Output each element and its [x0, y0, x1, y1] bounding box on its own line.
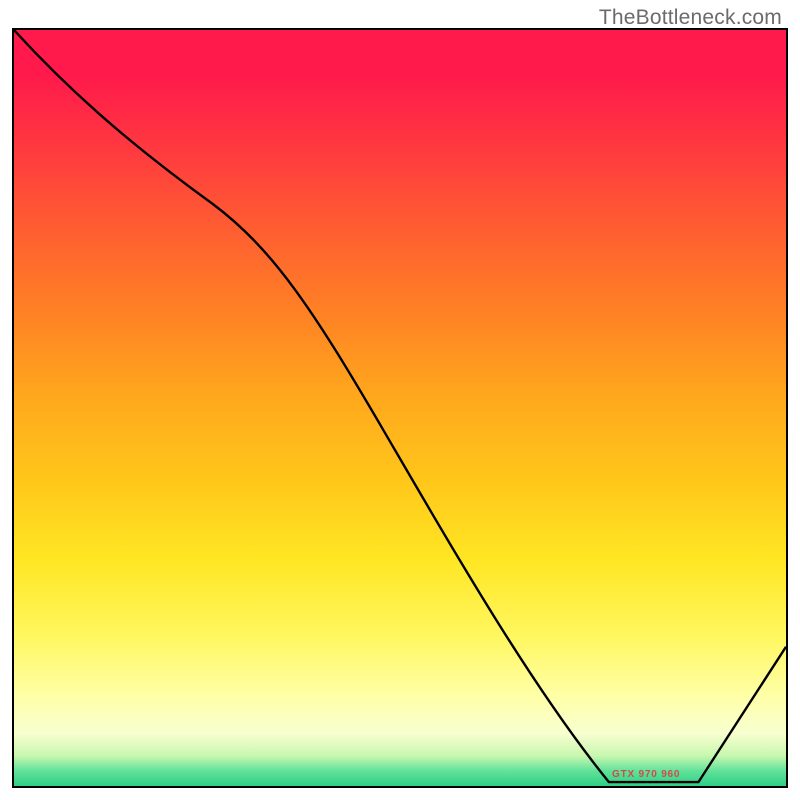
bottleneck-curve: [14, 30, 786, 786]
watermark-text: TheBottleneck.com: [599, 6, 782, 30]
optimal-region-label: GTX 970 960: [612, 769, 680, 780]
chart-area: GTX 970 960: [12, 28, 788, 788]
